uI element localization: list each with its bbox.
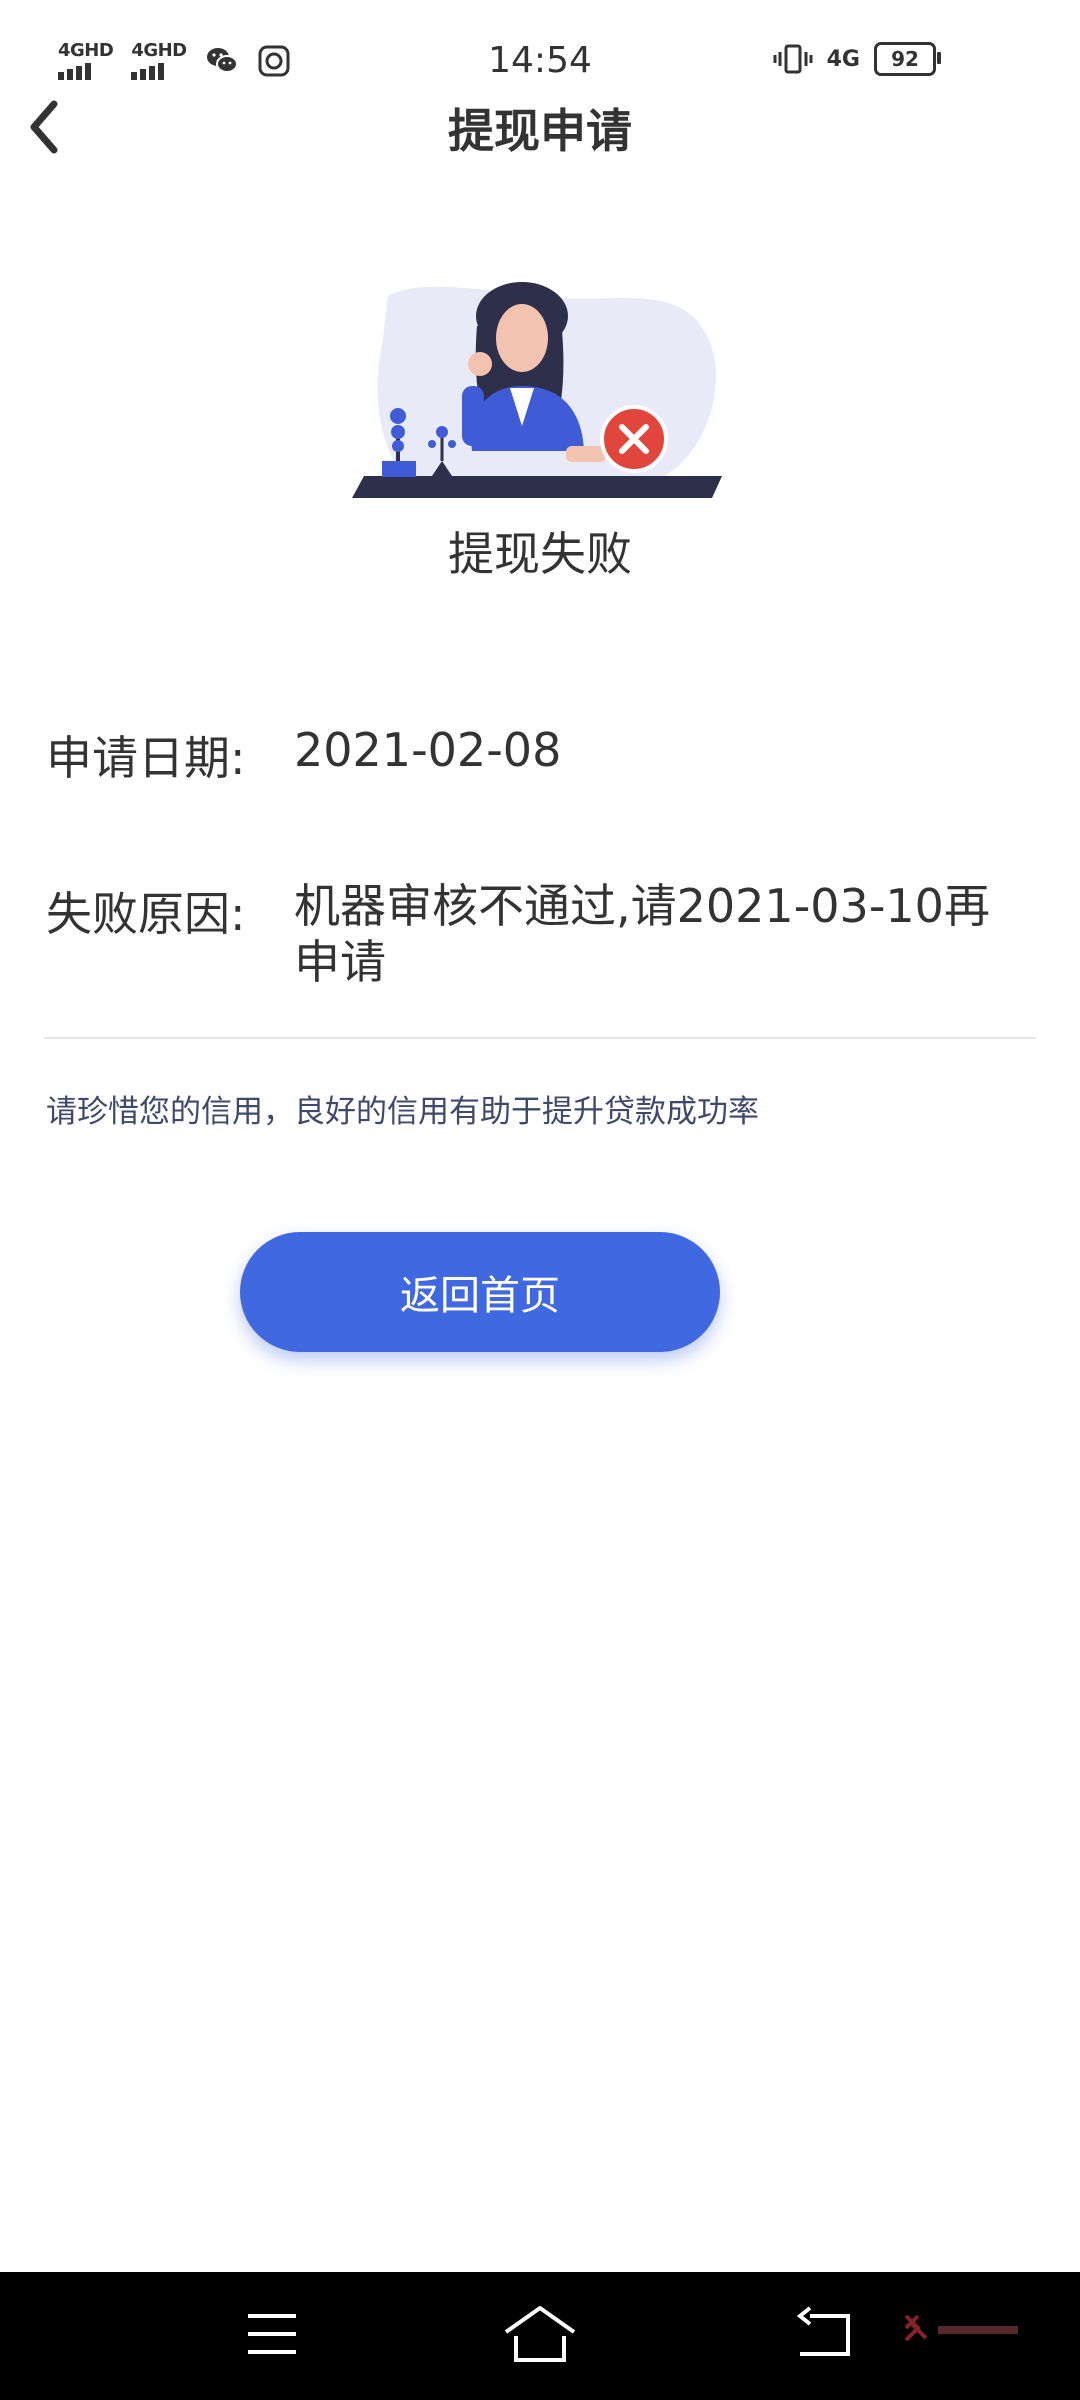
reason-value: 机器审核不通过,请2021-03-10再申请 <box>294 879 990 989</box>
battery-icon: 92 <box>874 42 941 76</box>
menu-icon[interactable] <box>244 2306 300 2362</box>
date-value: 2021-02-08 <box>294 723 562 777</box>
screen: 4GHD 4GHD 14:54 4G 92 提现申请 提现失败 申请日期: 20… <box>0 0 1080 2400</box>
credit-notice: 请珍惜您的信用，良好的信用有助于提升贷款成功率 <box>46 1094 759 1130</box>
watermark-logo-icon <box>904 2314 1018 2342</box>
date-label: 申请日期: <box>46 731 246 785</box>
home-icon[interactable] <box>502 2302 578 2366</box>
failure-illustration <box>352 282 722 498</box>
nav-back-icon[interactable] <box>792 2306 854 2362</box>
network-type-label: 4G <box>826 46 860 72</box>
status-right-group: 4G 92 <box>773 42 941 76</box>
battery-level: 92 <box>891 47 919 71</box>
result-title: 提现失败 <box>448 527 632 581</box>
return-home-button[interactable]: 返回首页 <box>240 1232 720 1352</box>
reason-label: 失败原因: <box>46 887 246 941</box>
divider <box>44 1037 1036 1039</box>
page-title: 提现申请 <box>448 104 632 158</box>
vibrate-icon <box>773 44 813 74</box>
